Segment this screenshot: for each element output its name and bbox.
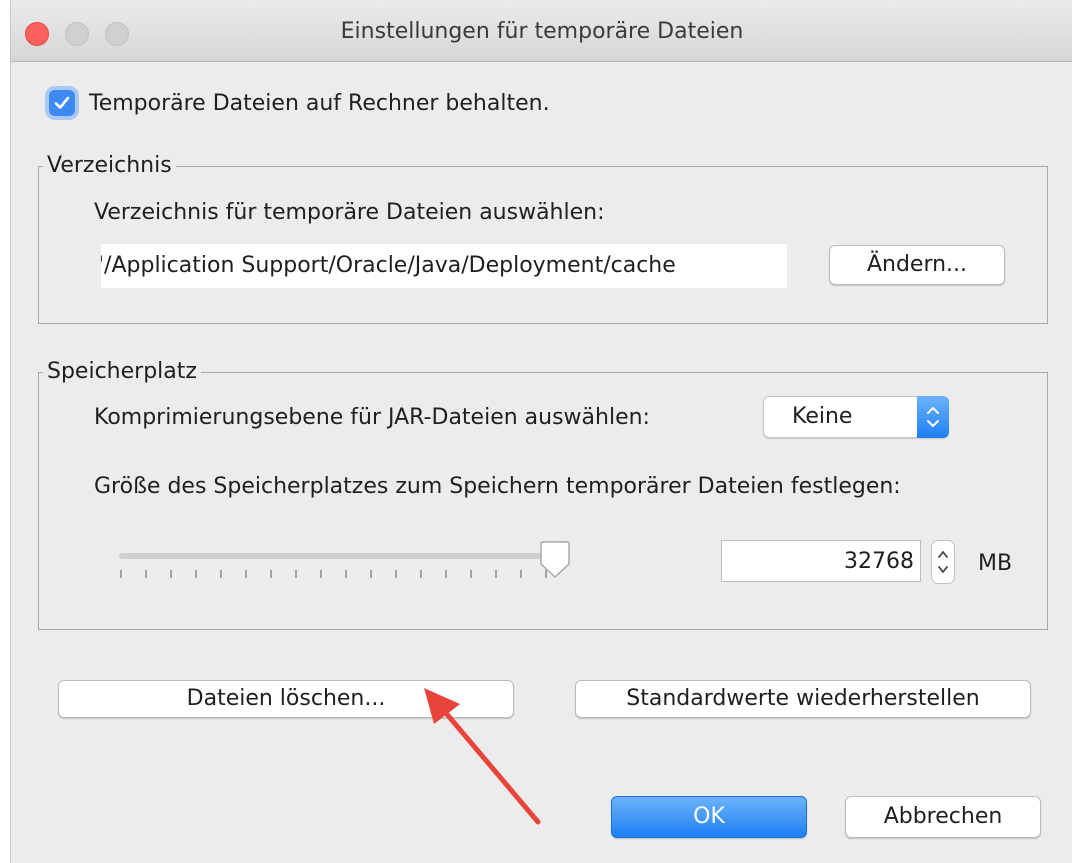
window-title: Einstellungen für temporäre Dateien: [340, 19, 744, 44]
settings-dialog: Einstellungen für temporäre Dateien Temp…: [10, 0, 1072, 863]
size-unit: MB: [978, 551, 1013, 576]
keep-temp-files-checkbox[interactable]: [49, 90, 75, 116]
restore-defaults-button[interactable]: Standardwerte wiederherstellen: [575, 680, 1031, 718]
checkmark-icon: [54, 96, 70, 109]
directory-prompt: Verzeichnis für temporäre Dateien auswäh…: [94, 200, 605, 225]
cancel-button[interactable]: Abbrechen: [845, 796, 1041, 838]
size-stepper[interactable]: [931, 540, 955, 584]
stepper-icon: [938, 551, 948, 573]
compression-label: Komprimierungsebene für JAR-Dateien ausw…: [94, 405, 650, 430]
size-value: 32768: [844, 549, 914, 574]
directory-path-field[interactable]: '/Application Support/Oracle/Java/Deploy…: [101, 244, 787, 288]
title-bar: Einstellungen für temporäre Dateien: [11, 0, 1072, 62]
size-input[interactable]: 32768: [721, 540, 921, 582]
chevron-updown-icon: [917, 396, 949, 438]
storage-group-title: Speicherplatz: [43, 359, 201, 384]
change-directory-button[interactable]: Ändern...: [829, 245, 1005, 285]
ok-button[interactable]: OK: [611, 796, 807, 838]
size-slider-thumb[interactable]: [539, 540, 571, 580]
slider-ticks: [120, 570, 547, 578]
directory-group-title: Verzeichnis: [43, 153, 176, 178]
size-label: Größe des Speicherplatzes zum Speichern …: [94, 474, 901, 499]
size-slider-track[interactable]: [119, 553, 549, 559]
red-arrow-icon: [424, 688, 541, 825]
compression-value: Keine: [792, 404, 853, 429]
directory-path-value: '/Application Support/Oracle/Java/Deploy…: [101, 253, 676, 278]
background-edge: [0, 0, 10, 863]
compression-select[interactable]: Keine: [763, 396, 949, 438]
keep-temp-files-label: Temporäre Dateien auf Rechner behalten.: [89, 91, 550, 116]
